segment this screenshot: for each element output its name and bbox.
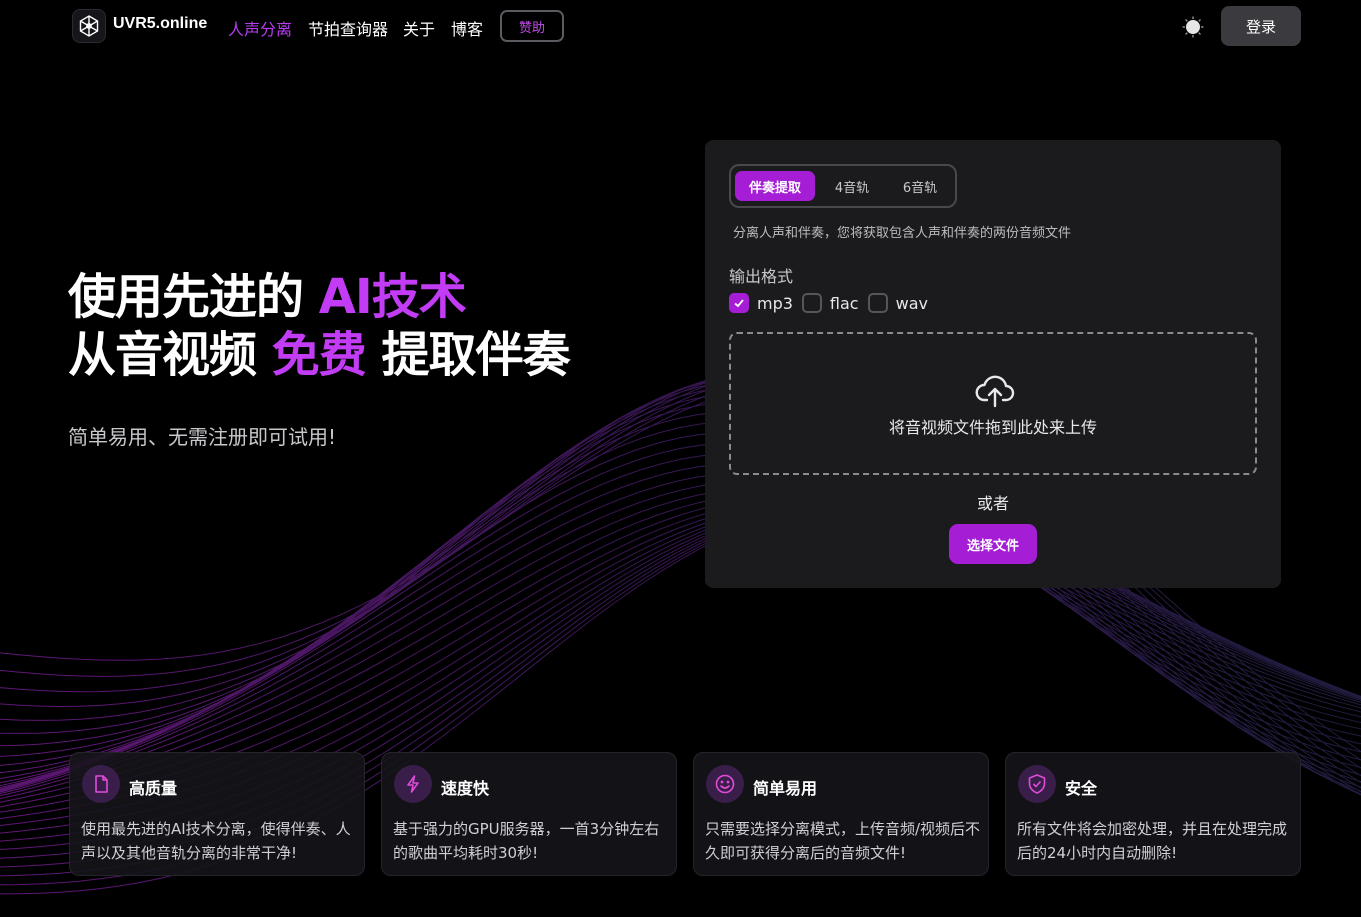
feature-card-security: 安全 所有文件将会加密处理，并且在处理完成后的24小时内自动删除!	[1005, 752, 1301, 876]
select-file-button[interactable]: 选择文件	[949, 524, 1037, 564]
or-divider-text: 或者	[976, 494, 1009, 513]
tab-4-tracks[interactable]: 4音轨	[821, 171, 883, 201]
format-option-mp3[interactable]: mp3	[729, 293, 793, 313]
tab-accompaniment[interactable]: 伴奏提取	[735, 171, 815, 201]
feature-description: 使用最先进的AI技术分离，使得伴奏、人声以及其他音轨分离的非常干净!	[81, 820, 351, 862]
output-format-label: 输出格式	[729, 267, 794, 286]
feature-description: 只需要选择分离模式，上传音频/视频后不久即可获得分离后的音频文件!	[705, 820, 981, 862]
hero-title-line-1: 使用先进的 AI技术	[68, 269, 467, 325]
brand-name[interactable]: UVR5.online	[113, 15, 207, 33]
format-option-wav[interactable]: wav	[867, 293, 928, 313]
mode-description: 分离人声和伴奏，您将获取包含人声和伴奏的两份音频文件	[733, 226, 1072, 241]
feature-description: 基于强力的GPU服务器，一首3分钟左右的歌曲平均耗时30秒!	[393, 820, 660, 862]
flac-checkbox[interactable]	[801, 293, 822, 313]
nav-link-blog[interactable]: 博客	[451, 16, 483, 40]
nav-link-vocal-separation[interactable]: 人声分离	[228, 16, 292, 40]
hero-subtitle: 简单易用、无需注册即可试用!	[68, 425, 337, 449]
feature-card-quality: 高质量 使用最先进的AI技术分离，使得伴奏、人声以及其他音轨分离的非常干净!	[69, 752, 365, 876]
mode-tabs: 伴奏提取 4音轨 6音轨	[729, 164, 957, 208]
feature-description: 所有文件将会加密处理，并且在处理完成后的24小时内自动删除!	[1017, 820, 1288, 862]
cloud-upload-icon	[975, 375, 1015, 408]
hero-highlight-ai: AI技术	[318, 269, 467, 325]
file-icon	[82, 765, 120, 803]
mp3-label: mp3	[757, 293, 793, 313]
lightning-icon	[394, 765, 432, 803]
feature-title: 高质量	[129, 779, 178, 798]
format-options: mp3 flac wav	[729, 293, 937, 313]
dropzone-text: 将音视频文件拖到此处来上传	[888, 418, 1097, 437]
sponsor-button[interactable]: 赞助	[500, 10, 564, 42]
smile-icon	[706, 765, 744, 803]
shield-check-icon	[1018, 765, 1056, 803]
top-nav: UVR5.online 人声分离 节拍查询器 关于 博客 赞助 登录	[0, 0, 1361, 52]
login-button[interactable]: 登录	[1221, 6, 1301, 46]
feature-title: 简单易用	[753, 779, 818, 798]
file-dropzone[interactable]: 将音视频文件拖到此处来上传	[729, 332, 1257, 475]
hero-highlight-free: 免费	[271, 327, 367, 383]
feature-card-ease: 简单易用 只需要选择分离模式，上传音频/视频后不久即可获得分离后的音频文件!	[693, 752, 989, 876]
feature-title: 安全	[1065, 779, 1098, 798]
hero-title: 使用先进的 AI技术 从音视频 免费 提取伴奏	[68, 268, 570, 384]
theme-toggle-sun-icon[interactable]	[1180, 14, 1206, 40]
format-option-flac[interactable]: flac	[801, 293, 859, 313]
mp3-checkbox[interactable]	[729, 293, 749, 313]
upload-panel: 伴奏提取 4音轨 6音轨 分离人声和伴奏，您将获取包含人声和伴奏的两份音频文件 …	[705, 140, 1281, 588]
logo-icon[interactable]	[72, 9, 106, 43]
nav-link-beat-finder[interactable]: 节拍查询器	[308, 16, 388, 40]
tab-6-tracks[interactable]: 6音轨	[889, 171, 951, 201]
wav-label: wav	[895, 293, 928, 313]
flac-label: flac	[829, 293, 859, 313]
feature-card-speed: 速度快 基于强力的GPU服务器，一首3分钟左右的歌曲平均耗时30秒!	[381, 752, 677, 876]
hero-title-line-2: 从音视频 免费 提取伴奏	[68, 327, 570, 383]
wav-checkbox[interactable]	[867, 293, 888, 313]
feature-title: 速度快	[441, 779, 490, 798]
nav-link-about[interactable]: 关于	[403, 16, 435, 40]
